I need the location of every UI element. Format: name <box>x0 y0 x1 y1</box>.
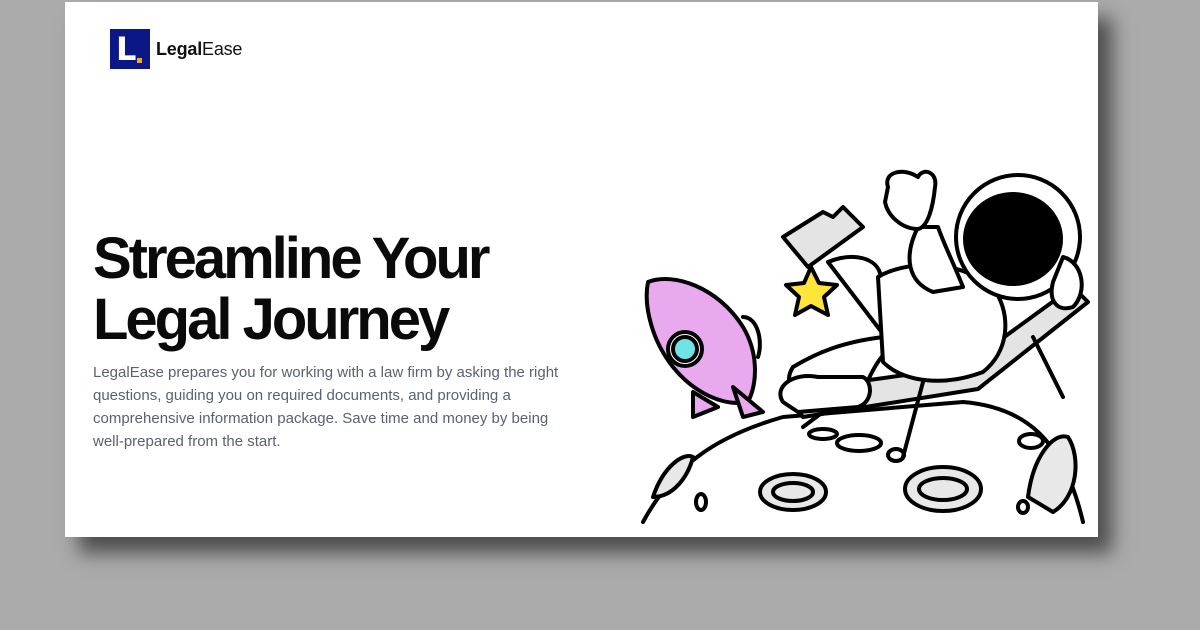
moon-crater <box>1017 432 1045 450</box>
moon-crater <box>694 492 708 512</box>
hero-headline-line2: Legal Journey <box>93 287 450 352</box>
moon-crater <box>1016 499 1030 515</box>
chair-leg <box>1031 335 1065 399</box>
moon-crater <box>807 427 839 441</box>
logo-icon: L <box>110 29 150 69</box>
hero-card: L LegalEase Streamline Your Legal Journe… <box>65 2 1098 537</box>
hero-headline: Streamline Your Legal Journey <box>93 228 563 350</box>
brand-name: LegalEase <box>156 39 242 60</box>
logo-dot <box>137 58 142 63</box>
astronaut-boot <box>778 374 872 414</box>
moon-crater <box>758 472 828 512</box>
helmet-visor <box>963 192 1063 286</box>
moon-crater <box>903 465 983 513</box>
rocket-icon <box>644 277 765 419</box>
astronaut-hand <box>883 169 938 231</box>
hero-description: LegalEase prepares you for working with … <box>93 364 559 450</box>
hero-headline-line1: Streamline Your <box>93 226 490 291</box>
logo-letter: L <box>116 30 137 68</box>
brand-logo[interactable]: L LegalEase <box>110 29 242 69</box>
moon-crater <box>835 433 883 453</box>
astronaut-illustration-icon <box>641 169 1090 524</box>
brand-name-regular: Ease <box>202 38 243 59</box>
brand-name-bold: Legal <box>156 38 203 59</box>
